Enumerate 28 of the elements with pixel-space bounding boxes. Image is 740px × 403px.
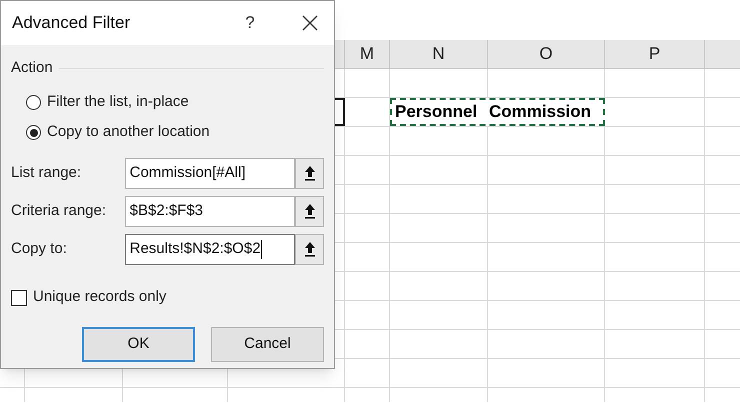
collapse-button[interactable]	[295, 196, 324, 226]
radio-option[interactable]: Filter the list, in-place	[26, 92, 324, 114]
cell-text: Personnel	[394, 101, 478, 124]
cell-text: Commission	[488, 101, 592, 124]
column-header[interactable]: P	[605, 40, 705, 68]
field-label: List range:	[11, 162, 82, 183]
radio-option[interactable]: Copy to another location	[26, 122, 324, 144]
up-arrow-icon	[304, 165, 316, 181]
close-icon	[302, 15, 318, 31]
group-label: Action	[11, 58, 53, 78]
collapse-button[interactable]	[295, 234, 324, 264]
up-arrow-icon	[304, 203, 316, 219]
dialog-button[interactable]: Cancel	[211, 326, 324, 362]
column-header[interactable]: O	[488, 40, 605, 68]
field-label: Copy to:	[11, 238, 68, 259]
dialog-button[interactable]: OK	[82, 326, 195, 362]
column-header[interactable]: M	[345, 40, 390, 68]
help-button[interactable]: ?	[230, 10, 270, 36]
field-label: Criteria range:	[11, 200, 108, 221]
input-field[interactable]: $B$2:$F$3	[124, 196, 296, 226]
collapse-button[interactable]	[295, 158, 324, 188]
input-field[interactable]: Commission[#All]	[124, 158, 296, 188]
input-field[interactable]: Results!$N$2:$O$2	[124, 234, 296, 264]
column-header[interactable]: N	[390, 40, 488, 68]
up-arrow-icon	[304, 241, 316, 257]
checkbox-option[interactable]: Unique records only	[11, 286, 324, 308]
window-title: Advanced Filter	[12, 12, 132, 34]
text-caret	[260, 240, 262, 258]
